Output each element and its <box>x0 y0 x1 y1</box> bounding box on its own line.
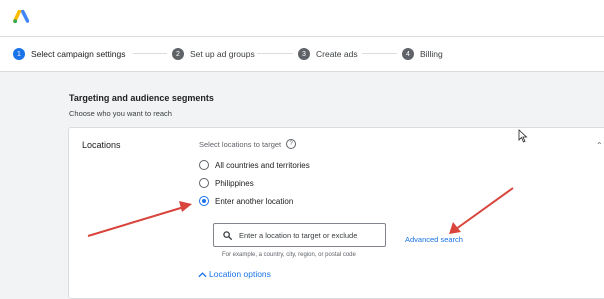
select-locations-label: Select locations to target ? <box>199 139 297 149</box>
step-number: 3 <box>298 48 310 60</box>
location-options-label: Location options <box>209 269 271 279</box>
radio-label: Enter another location <box>215 196 294 206</box>
help-icon[interactable]: ? <box>286 139 297 149</box>
locations-card <box>68 127 604 299</box>
location-search-input[interactable] <box>239 230 379 240</box>
location-search-field[interactable] <box>213 223 386 247</box>
section-title: Targeting and audience segments <box>69 93 214 103</box>
search-icon <box>223 230 232 240</box>
step-label: Billing <box>420 49 443 59</box>
mouse-cursor-icon <box>518 129 528 143</box>
step-number: 2 <box>172 48 184 60</box>
step-number: 1 <box>13 48 25 60</box>
select-locations-text: Select locations to target <box>199 139 282 149</box>
radio-label: Philippines <box>215 178 254 188</box>
step-number: 4 <box>402 48 414 60</box>
chevron-up-icon <box>198 271 207 277</box>
radio-philippines[interactable]: Philippines <box>199 177 254 189</box>
step-divider <box>362 53 397 54</box>
section-subtitle: Choose who you want to reach <box>69 109 172 118</box>
step-create-ads[interactable]: 3 Create ads <box>298 46 358 62</box>
collapse-chevron-icon[interactable]: ⌃ <box>596 141 603 150</box>
radio-button-icon[interactable] <box>199 178 209 188</box>
locations-label: Locations <box>82 140 121 150</box>
radio-enter-another-location[interactable]: Enter another location <box>199 195 293 207</box>
step-label: Set up ad groups <box>190 49 255 59</box>
top-bar <box>0 0 604 36</box>
advanced-search-link[interactable]: Advanced search <box>405 235 463 244</box>
google-ads-logo-icon[interactable] <box>13 10 29 24</box>
radio-label: All countries and territories <box>215 160 310 170</box>
step-set-up-ad-groups[interactable]: 2 Set up ad groups <box>172 46 255 62</box>
location-options-toggle[interactable]: Location options <box>198 269 271 279</box>
radio-button-selected-icon[interactable] <box>199 196 209 206</box>
search-hint: For example, a country, city, region, or… <box>222 252 356 258</box>
step-label: Select campaign settings <box>31 49 126 59</box>
step-billing[interactable]: 4 Billing <box>402 46 443 62</box>
radio-button-icon[interactable] <box>199 160 209 170</box>
step-divider <box>257 53 293 54</box>
step-divider <box>133 53 167 54</box>
step-label: Create ads <box>316 49 358 59</box>
radio-all-countries[interactable]: All countries and territories <box>199 159 310 171</box>
step-select-campaign-settings[interactable]: 1 Select campaign settings <box>13 46 126 62</box>
